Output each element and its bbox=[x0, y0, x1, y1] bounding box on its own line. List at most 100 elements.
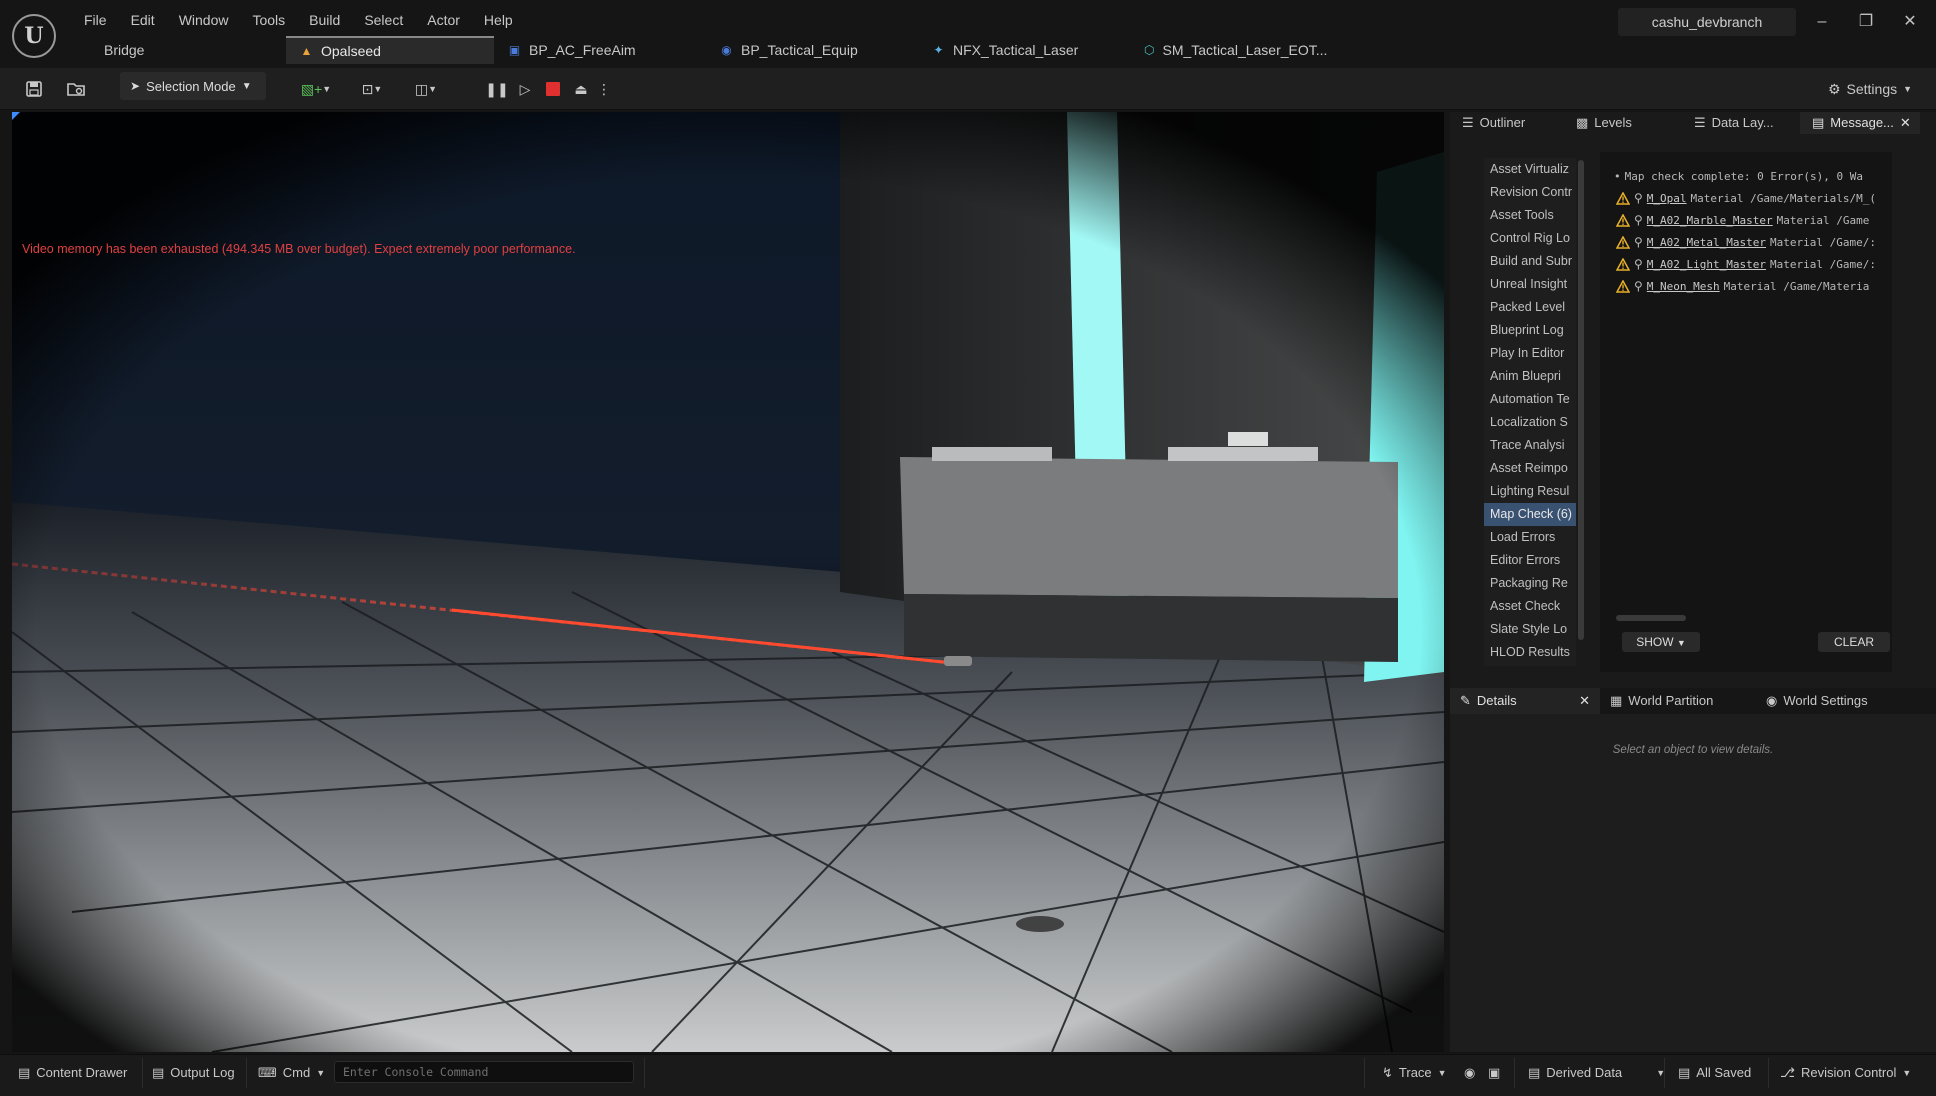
tab-details[interactable]: ✎ Details ✕ bbox=[1450, 688, 1600, 714]
minimize-icon[interactable]: – bbox=[1800, 8, 1844, 36]
pause-button[interactable]: ❚❚ bbox=[484, 75, 510, 103]
category-item[interactable]: Control Rig Lo bbox=[1484, 227, 1576, 250]
close-icon[interactable]: ✕ bbox=[1579, 688, 1590, 714]
category-item[interactable]: Trace Analysi bbox=[1484, 434, 1576, 457]
category-item[interactable]: Editor Errors bbox=[1484, 549, 1576, 572]
category-item[interactable]: Asset Reimpo bbox=[1484, 457, 1576, 480]
close-icon[interactable]: ✕ bbox=[1900, 112, 1911, 134]
derived-data-dropdown[interactable]: ▤ Derived Data ▼ bbox=[1528, 1062, 1665, 1084]
tab-bridge[interactable]: Bridge bbox=[90, 36, 286, 64]
close-icon[interactable]: ✕ bbox=[1888, 8, 1932, 36]
asset-link[interactable]: M_A02_Metal_Master bbox=[1647, 236, 1766, 249]
stop-button[interactable] bbox=[540, 75, 566, 103]
search-icon[interactable]: ⚲ bbox=[1634, 257, 1643, 271]
screenshot-trace-button[interactable]: ▣ bbox=[1488, 1062, 1500, 1084]
show-filter-button[interactable]: SHOW ▼ bbox=[1622, 632, 1700, 652]
all-saved-button[interactable]: ▤ All Saved bbox=[1678, 1062, 1751, 1084]
console-input[interactable]: Enter Console Command bbox=[334, 1061, 634, 1083]
category-item[interactable]: Asset Check bbox=[1484, 595, 1576, 618]
tab-outliner[interactable]: ☰ Outliner bbox=[1450, 112, 1564, 134]
main-toolbar bbox=[0, 68, 1936, 110]
chevron-down-icon: ▼ bbox=[373, 84, 383, 94]
record-trace-button[interactable]: ◉ bbox=[1464, 1062, 1475, 1084]
search-icon[interactable]: ⚲ bbox=[1634, 279, 1643, 293]
chevron-down-icon: ▼ bbox=[1676, 638, 1686, 648]
blueprints-button[interactable]: ⊡ ▼ bbox=[352, 75, 392, 103]
category-item[interactable]: Play In Editor bbox=[1484, 342, 1576, 365]
category-item[interactable]: Revision Contr bbox=[1484, 181, 1576, 204]
menu-edit[interactable]: Edit bbox=[119, 10, 167, 30]
selection-mode-dropdown[interactable]: ➤ Selection Mode ▼ bbox=[120, 72, 266, 100]
tab-opalseed[interactable]: ▲ Opalseed bbox=[286, 36, 494, 64]
cinematics-button[interactable]: ◫ ▼ bbox=[406, 75, 446, 103]
search-icon[interactable]: ⚲ bbox=[1634, 213, 1643, 227]
menu-file[interactable]: File bbox=[72, 10, 119, 30]
tab-nfx-tactical-laser[interactable]: ✦ NFX_Tactical_Laser bbox=[918, 36, 1130, 64]
category-item[interactable]: Localization S bbox=[1484, 411, 1576, 434]
tab-world-partition[interactable]: ▦ World Partition bbox=[1600, 688, 1756, 714]
restore-icon[interactable]: ❐ bbox=[1844, 8, 1888, 36]
category-item[interactable]: Packed Level bbox=[1484, 296, 1576, 319]
settings-button[interactable]: ⚙ Settings ▼ bbox=[1820, 75, 1920, 103]
menu-actor[interactable]: Actor bbox=[415, 10, 472, 30]
category-item[interactable]: Asset Virtualiz bbox=[1484, 158, 1576, 181]
category-item[interactable]: Build and Subr bbox=[1484, 250, 1576, 273]
cmd-dropdown[interactable]: ⌨ Cmd ▼ bbox=[258, 1062, 325, 1084]
revision-control-dropdown[interactable]: ⎇ Revision Control ▼ bbox=[1780, 1062, 1911, 1084]
category-item[interactable]: Asset Tools bbox=[1484, 204, 1576, 227]
save-status-icon: ▤ bbox=[1678, 1065, 1691, 1080]
unreal-logo-icon[interactable]: U bbox=[12, 14, 56, 58]
menu-help[interactable]: Help bbox=[472, 10, 525, 30]
add-actor-button[interactable]: ▧+ ▼ bbox=[296, 75, 336, 103]
category-item[interactable]: Slate Style Lo bbox=[1484, 618, 1576, 641]
menu-build[interactable]: Build bbox=[297, 10, 352, 30]
menu-tools[interactable]: Tools bbox=[240, 10, 297, 30]
search-icon[interactable]: ⚲ bbox=[1634, 235, 1643, 249]
tab-label: Levels bbox=[1594, 115, 1632, 130]
branch-name[interactable]: cashu_devbranch bbox=[1618, 8, 1796, 36]
category-item[interactable]: Unreal Insight bbox=[1484, 273, 1576, 296]
save-icon[interactable] bbox=[20, 75, 48, 103]
eject-icon: ⏏ bbox=[574, 80, 588, 97]
output-log-button[interactable]: ▤ Output Log bbox=[152, 1062, 235, 1084]
tab-message-log[interactable]: ▤ Message... ✕ bbox=[1800, 112, 1920, 134]
trace-dropdown[interactable]: ↯ Trace ▼ bbox=[1382, 1062, 1447, 1084]
category-scrollbar[interactable] bbox=[1578, 160, 1584, 640]
tab-bp-ac-freeaim[interactable]: ▣ BP_AC_FreeAim bbox=[494, 36, 706, 64]
play-options-button[interactable]: ⋮ bbox=[596, 75, 612, 103]
clear-button[interactable]: CLEAR bbox=[1818, 632, 1890, 652]
trace-icon: ↯ bbox=[1382, 1065, 1393, 1080]
tab-label: Details bbox=[1476, 693, 1517, 708]
branch-icon: ⎇ bbox=[1780, 1065, 1795, 1080]
asset-link[interactable]: M_A02_Light_Master bbox=[1647, 258, 1766, 271]
eject-button[interactable]: ⏏ bbox=[568, 75, 594, 103]
asset-link[interactable]: M_Neon_Mesh bbox=[1647, 280, 1720, 293]
tab-label: SM_Tactical_Laser_EOT... bbox=[1162, 42, 1328, 58]
tab-levels[interactable]: ▩ Levels bbox=[1564, 112, 1682, 134]
horizontal-scrollbar[interactable] bbox=[1616, 615, 1686, 621]
category-item[interactable]: Automation Te bbox=[1484, 388, 1576, 411]
category-item[interactable]: Lighting Resul bbox=[1484, 480, 1576, 503]
tab-data-layers[interactable]: ☰ Data Lay... bbox=[1682, 112, 1800, 134]
category-item[interactable]: Packaging Re bbox=[1484, 572, 1576, 595]
step-frame-button[interactable]: ▷ bbox=[512, 75, 538, 103]
asset-link[interactable]: M_A02_Marble_Master bbox=[1647, 214, 1773, 227]
document-tabs: Bridge ▲ Opalseed ▣ BP_AC_FreeAim ◉ BP_T… bbox=[90, 36, 1330, 64]
menu-window[interactable]: Window bbox=[167, 10, 241, 30]
category-item[interactable]: Map Check (6) bbox=[1484, 503, 1576, 526]
content-drawer-button[interactable]: ▤ Content Drawer bbox=[18, 1062, 127, 1084]
category-item[interactable]: Blueprint Log bbox=[1484, 319, 1576, 342]
category-item[interactable]: HLOD Results bbox=[1484, 641, 1576, 664]
more-vertical-icon: ⋮ bbox=[597, 80, 611, 97]
tab-world-settings[interactable]: ◉ World Settings bbox=[1756, 688, 1916, 714]
category-item[interactable]: Load Errors bbox=[1484, 526, 1576, 549]
summary-text: Map check complete: 0 Error(s), 0 Wa bbox=[1624, 169, 1864, 183]
asset-link[interactable]: M_Opal bbox=[1647, 192, 1687, 205]
search-icon[interactable]: ⚲ bbox=[1634, 191, 1643, 205]
category-item[interactable]: Anim Bluepri bbox=[1484, 365, 1576, 388]
menu-select[interactable]: Select bbox=[352, 10, 415, 30]
tab-label: Message... bbox=[1830, 115, 1894, 130]
tab-sm-tactical-laser[interactable]: ⬡ SM_Tactical_Laser_EOT... bbox=[1130, 36, 1330, 64]
browse-content-icon[interactable] bbox=[62, 75, 90, 103]
tab-bp-tactical-equip[interactable]: ◉ BP_Tactical_Equip bbox=[706, 36, 918, 64]
